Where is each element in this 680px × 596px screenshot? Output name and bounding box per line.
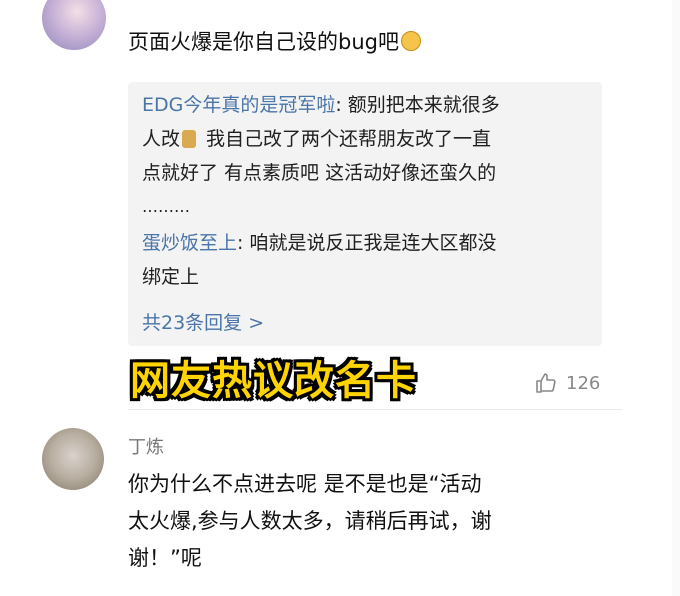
reply2-line1: 蛋炒饭至上: 咱就是说反正我是连大区都没 [142, 232, 497, 254]
avatar-user1[interactable] [42, 0, 106, 50]
comment1-body: 页面火爆是你自己设的bug吧 [128, 30, 399, 54]
reply1-line4: ……… [142, 197, 190, 216]
avatar-user2[interactable] [42, 428, 104, 490]
person-emoji-icon [182, 130, 197, 148]
comment1-text: 页面火爆是你自己设的bug吧 [128, 28, 421, 57]
reply1-username[interactable]: EDG今年真的是冠军啦 [142, 94, 335, 116]
reply1-line2: 人改 我自己改了两个还帮朋友改了一直 [142, 128, 492, 150]
like-count: 126 [566, 373, 601, 394]
comment2-username[interactable]: 丁炼 [128, 433, 164, 459]
reply1-line3: 点就好了 有点素质吧 这活动好像还蛮久的 [142, 162, 497, 184]
reply-preview-box[interactable]: EDG今年真的是冠军啦: 额别把本来就很多 人改 我自己改了两个还帮朋友改了一直… [128, 82, 602, 346]
thumbs-up-icon[interactable] [534, 371, 558, 395]
comment-divider [128, 409, 622, 410]
reply1-line1: EDG今年真的是冠军啦: 额别把本来就很多 [142, 94, 500, 116]
comment2-text: 你为什么不点进去呢 是不是也是“活动 太火爆,参与人数太多，请稍后再试，谢 谢！… [128, 472, 492, 570]
reply2-username[interactable]: 蛋炒饭至上 [142, 232, 237, 254]
view-more-replies-link[interactable]: 共23条回复 > [142, 308, 264, 335]
right-edge-strip [672, 0, 680, 596]
laughing-face-icon [400, 31, 421, 51]
overlay-caption: 网友热议改名卡 [130, 358, 417, 404]
reply2-line2: 绑定上 [142, 266, 200, 288]
